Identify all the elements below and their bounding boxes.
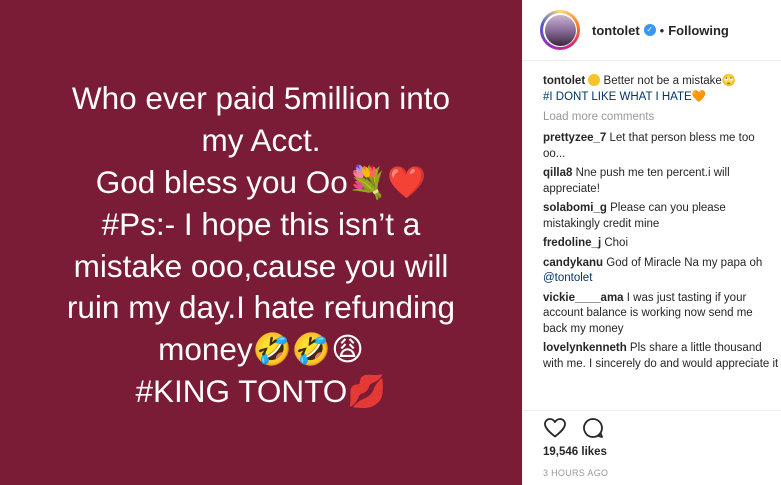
comment-mention[interactable]: @tontolet (543, 272, 592, 284)
likes-count[interactable]: 19,546 likes (543, 446, 607, 458)
post-text: Who ever paid 5million into my Acct. God… (67, 72, 455, 412)
post-timestamp[interactable]: 3 HOURS AGO (543, 468, 608, 478)
post-text-line: God bless you Oo💐❤️ (95, 163, 427, 200)
username-link[interactable]: tontolet (592, 23, 640, 38)
comment-icon[interactable] (581, 416, 605, 440)
comment-user[interactable]: solabomi_g (543, 202, 607, 214)
comment-item: lovelynkenneth Pls share a little thousa… (543, 341, 779, 372)
post-image[interactable]: Who ever paid 5million into my Acct. God… (0, 0, 522, 485)
post-header: tontolet ✓ • Following (523, 0, 781, 61)
avatar[interactable] (540, 10, 580, 50)
post-text-line: ruin my day.I hate refunding (66, 289, 456, 326)
post-text-line: mistake ooo,cause you will (73, 247, 449, 284)
post-text-line: #Ps:- I hope this isn’t a (101, 205, 421, 242)
comment-item: solabomi_g Please can you please mistaki… (543, 201, 779, 232)
caption: tontolet Better not be a mistake🙄 #I DON… (543, 74, 779, 105)
comment-user[interactable]: vickie____ama (543, 292, 624, 304)
comment-user[interactable]: lovelynkenneth (543, 342, 627, 354)
load-more-comments-button[interactable]: Load more comments (543, 111, 781, 123)
post-sidebar: tontolet ✓ • Following tontolet Better n… (522, 0, 781, 485)
heart-icon[interactable] (543, 416, 567, 440)
separator-dot: • (659, 22, 665, 38)
caption-hashtag[interactable]: #I DONT LIKE WHAT I HATE🧡 (543, 91, 706, 103)
comment-item: candykanu God of Miracle Na my papa oh @… (543, 256, 779, 287)
comment-item: fredoline_j Choi (543, 236, 779, 252)
post-text-line: Who ever paid 5million into (71, 80, 451, 117)
comment-text: God of Miracle Na my papa oh (606, 256, 763, 269)
comment-user[interactable]: qilla8 (543, 167, 572, 179)
caption-text: Better not be a mistake🙄 (600, 75, 737, 87)
comment-user[interactable]: candykanu (543, 257, 603, 269)
following-button[interactable]: Following (668, 23, 729, 38)
comment-item: qilla8 Nne push me ten percent.i will ap… (543, 166, 779, 197)
comment-item: prettyzee_7 Let that person bless me too… (543, 131, 779, 162)
divider (523, 410, 781, 411)
post-actions (543, 416, 605, 440)
comment-user[interactable]: prettyzee_7 (543, 132, 606, 144)
post-text-line: #KING TONTO💋 (135, 372, 387, 409)
avatar-frame (543, 13, 577, 47)
post-text-line: money🤣🤣😩 (158, 331, 364, 368)
comments-list[interactable]: tontolet Better not be a mistake🙄 #I DON… (523, 61, 781, 410)
avatar-image (544, 14, 576, 46)
caption-user[interactable]: tontolet (543, 75, 585, 87)
comment-item: vickie____ama I was just tasting if your… (543, 291, 779, 338)
comment-user[interactable]: fredoline_j (543, 237, 601, 249)
smile-emoji-icon (588, 74, 601, 86)
comment-text: Choi (604, 237, 629, 249)
verified-badge-icon: ✓ (643, 24, 656, 36)
post-text-line: my Acct. (201, 122, 321, 159)
